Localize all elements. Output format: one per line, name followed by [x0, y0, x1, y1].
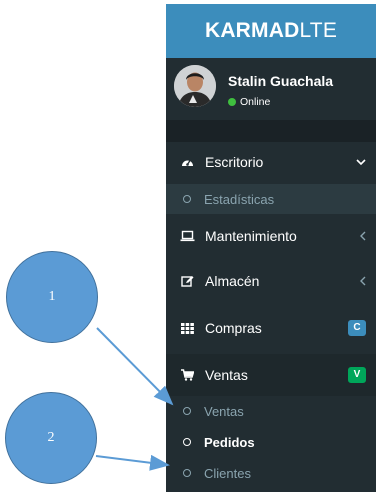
annotation-number: 1 [48, 289, 56, 304]
annotation-number: 2 [47, 430, 55, 445]
annotation-marker-1: 1 [6, 251, 98, 343]
annotation-arrow-2 [95, 454, 170, 471]
annotation-arrow-1 [96, 327, 174, 406]
annotation-marker-2: 2 [5, 392, 97, 484]
